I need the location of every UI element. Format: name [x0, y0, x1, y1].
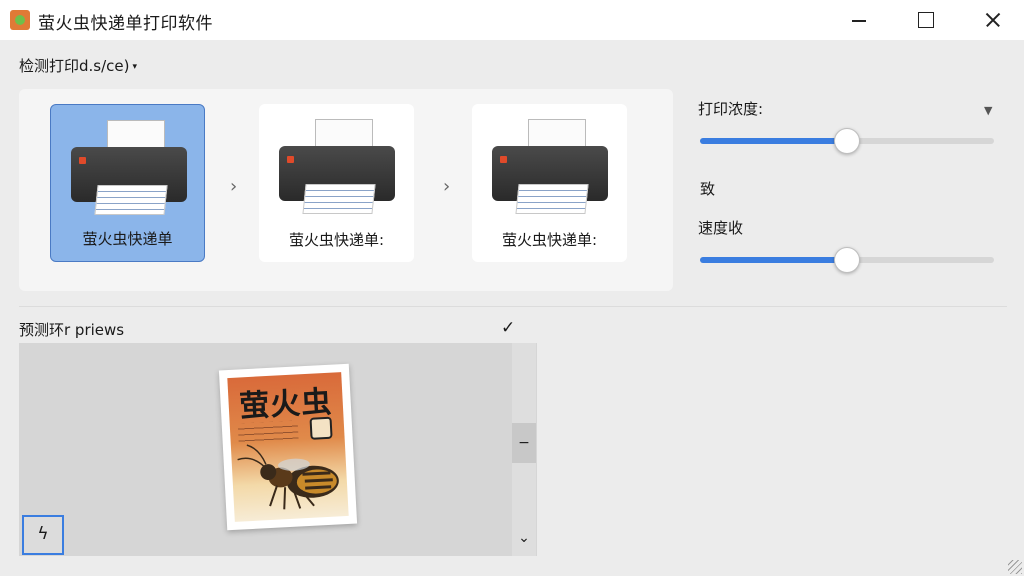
check-icon[interactable]: ✓	[501, 318, 515, 338]
printer-panel: 萤火虫快递单 › 萤火虫快递单: › 萤火虫快递单:	[19, 89, 673, 291]
chevron-down-icon: ▾	[132, 61, 138, 72]
extra-label: 致	[700, 180, 716, 198]
printer-detect-label: 检测打印d.s/ce)	[19, 57, 130, 75]
printer-card-label: 萤火虫快递单	[82, 230, 173, 248]
scroll-up-button[interactable]: −	[512, 423, 536, 463]
speed-slider-thumb[interactable]	[834, 247, 860, 273]
printer-card-label: 萤火虫快递单:	[288, 231, 385, 249]
window-title: 萤火虫快递单打印软件	[38, 14, 213, 34]
preview-scrollbar[interactable]: − ⌄	[512, 343, 536, 556]
printer-icon	[279, 119, 395, 219]
density-slider[interactable]	[700, 128, 994, 154]
section-divider	[19, 306, 1007, 307]
label-preview-card: 萤火虫	[218, 363, 358, 531]
printer-icon	[492, 119, 608, 219]
density-label: 打印浓度:	[698, 100, 764, 118]
app-icon	[10, 10, 30, 30]
printer-card-label: 萤火虫快递单:	[501, 231, 598, 249]
preview-area: 萤火虫	[19, 343, 537, 556]
printer-card-3[interactable]: 萤火虫快递单:	[472, 104, 627, 262]
chevron-right-icon: ›	[230, 176, 238, 197]
density-slider-thumb[interactable]	[834, 128, 860, 154]
printer-icon	[71, 120, 187, 220]
preview-label: 预测环r priews	[19, 321, 125, 339]
maximize-button[interactable]	[902, 0, 948, 40]
chevron-right-icon: ›	[443, 176, 451, 197]
title-bar: 萤火虫快递单打印软件	[0, 0, 1024, 40]
printer-card-1[interactable]: 萤火虫快递单	[50, 104, 205, 262]
caret-down-icon[interactable]: ▼	[984, 104, 992, 117]
scroll-down-button[interactable]: ⌄	[512, 520, 536, 556]
firefly-image	[237, 444, 339, 510]
resize-grip-icon[interactable]	[1008, 560, 1022, 574]
speed-slider[interactable]	[700, 247, 994, 273]
speed-label: 速度收	[698, 219, 744, 237]
minimize-button[interactable]	[836, 0, 882, 40]
speed-slider-fill	[700, 257, 847, 263]
density-slider-fill	[700, 138, 847, 144]
tool-button[interactable]: ϟ	[22, 515, 64, 555]
close-button[interactable]	[970, 0, 1016, 40]
printer-card-2[interactable]: 萤火虫快递单:	[259, 104, 414, 262]
printer-detect-dropdown[interactable]: 检测打印d.s/ce) ▾	[19, 55, 137, 76]
